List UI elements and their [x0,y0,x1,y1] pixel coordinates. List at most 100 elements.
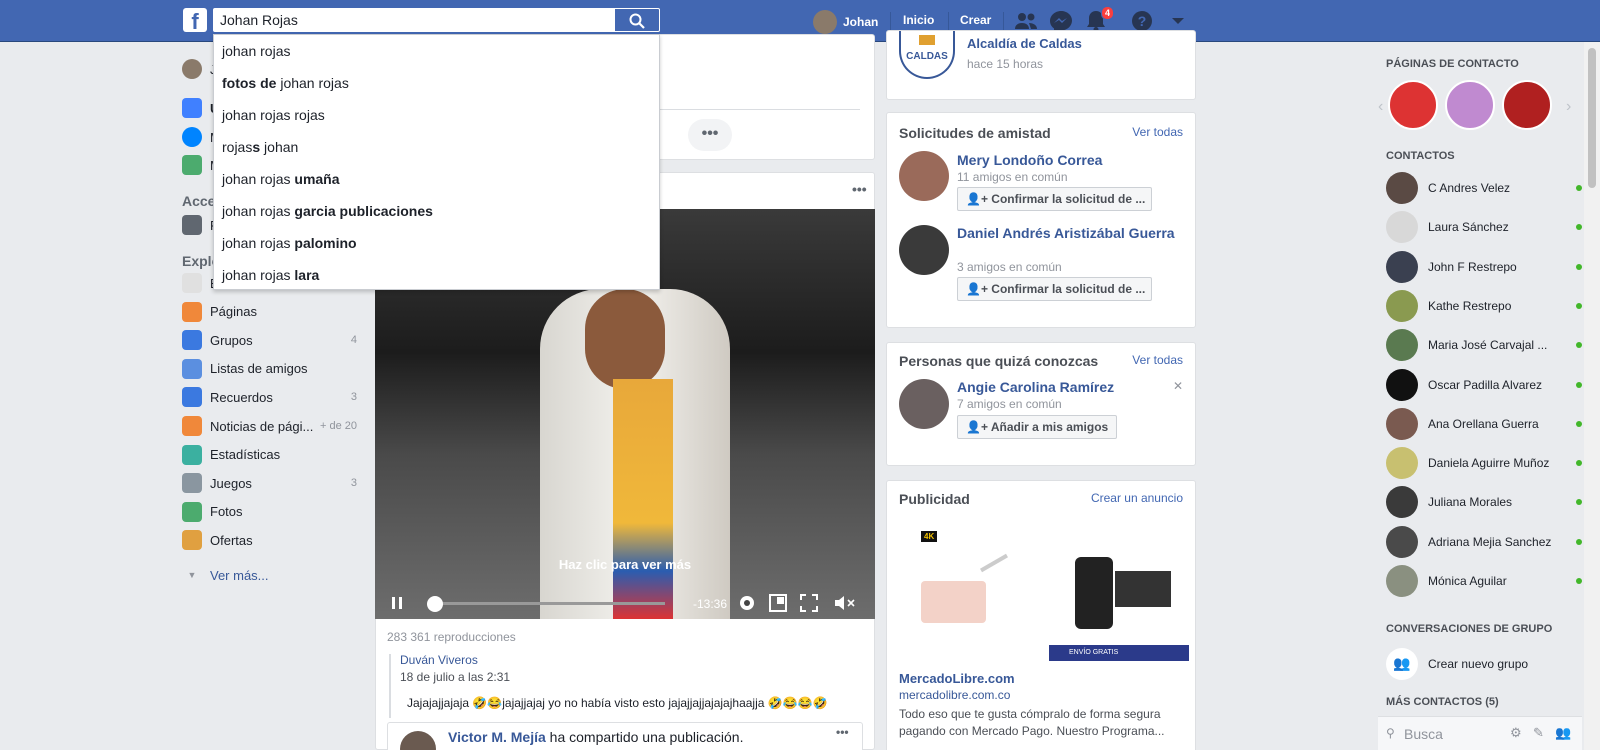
online-status-dot [1576,538,1582,545]
sidebar-item-ofertas[interactable]: Ofertas [182,528,357,552]
search-suggestion-item[interactable]: johan rojas [214,35,659,67]
stats-icon [182,444,202,465]
search-suggestion-item[interactable]: fotos de johan rojas [214,67,659,99]
contact-item[interactable]: Maria José Carvajal ... [1386,329,1582,362]
settings-gear-icon[interactable] [737,593,757,613]
mute-icon[interactable] [833,593,857,613]
search-suggestion-item[interactable]: johan rojas lara [214,259,659,291]
search-suggestion-item[interactable]: rojass johan [214,131,659,163]
sidebar-item-juegos[interactable]: Juegos 3 [182,471,357,495]
avatar [1386,289,1418,322]
messenger-icon[interactable] [1049,10,1073,32]
search-button[interactable] [615,8,660,32]
page-post-time[interactable]: hace 15 horas [967,57,1043,71]
chevron-right-icon[interactable]: › [1566,98,1571,116]
search-suggestion-item[interactable]: johan rojas rojas [214,99,659,131]
search-suggestion-item[interactable]: johan rojas umaña [214,163,659,195]
avatar [400,731,436,750]
pip-icon[interactable] [769,594,787,612]
confirm-request-button[interactable]: 👤+ Confirmar la solicitud de ... [957,187,1152,211]
more-options-icon[interactable]: ••• [688,119,732,151]
request-name-link[interactable]: Mery Londoño Correa [957,152,1102,168]
contact-item[interactable]: C Andres Velez [1386,172,1582,204]
avatar[interactable] [899,225,949,275]
sidebar-item-noticias-de-pági-[interactable]: Noticias de pági... + de 20 [182,414,357,438]
create-link[interactable]: Crear [960,13,991,27]
video-time: -13:36 [693,597,728,611]
mutual-friends[interactable]: 7 amigos en común [957,397,1062,411]
post-menu-icon[interactable]: ••• [852,181,867,197]
usb-hub-product [921,581,986,623]
contact-item[interactable]: Juliana Morales [1386,486,1582,519]
account-menu-chevron-down-icon[interactable] [1166,10,1190,32]
chat-search-input[interactable]: Busca [1404,726,1443,742]
contact-page-3[interactable] [1502,80,1552,130]
see-all-requests-link[interactable]: Ver todas [1132,125,1183,139]
pause-icon[interactable] [391,596,403,610]
share-author-link[interactable]: Victor M. Mejía [448,729,546,745]
facebook-logo-icon[interactable]: f [183,8,207,32]
offers-icon [182,530,202,551]
sidebar-item-fotos[interactable]: Fotos [182,500,357,524]
settings-gear-icon[interactable]: ⚙ [1510,725,1522,741]
caldas-logo[interactable]: CALDAS [899,31,955,79]
search-input[interactable]: Johan Rojas [213,8,615,32]
ad-url-link[interactable]: mercadolibre.com.co [899,688,1010,702]
new-group-icon[interactable]: 👥 [1555,725,1571,741]
search-suggestion-item[interactable]: johan rojas palomino [214,227,659,259]
create-ad-link[interactable]: Crear un anuncio [1091,491,1183,505]
comment-date[interactable]: 18 de julio a las 2:31 [400,670,510,684]
see-all-pymk-link[interactable]: Ver todas [1132,353,1183,367]
sidebar-item-count: 4 [350,334,357,347]
new-message-icon[interactable]: ✎ [1533,725,1544,741]
contact-page-2[interactable] [1445,80,1495,130]
chat-search-bar: ⚲ Busca ⚙ ✎ 👥 [1378,716,1582,750]
dismiss-close-icon[interactable]: ✕ [1173,379,1183,393]
contact-item[interactable]: Laura Sánchez [1386,211,1582,244]
friend-requests-icon[interactable] [1014,10,1038,32]
chevron-left-icon[interactable]: ‹ [1378,98,1383,116]
add-friend-button[interactable]: 👤+ Añadir a mis amigos [957,415,1118,439]
ad-image[interactable]: 4K ENVÍO GRATIS [899,521,1189,661]
sidebar-item-páginas[interactable]: Páginas [182,300,357,324]
contact-item[interactable]: Kathe Restrepo [1386,289,1582,322]
contact-page-biblioteca[interactable] [1388,80,1438,130]
contact-item[interactable]: John F Restrepo [1386,250,1582,283]
contact-item[interactable]: Mónica Aguilar [1386,565,1582,597]
gamepad-icon [182,473,202,494]
sidebar-item-grupos[interactable]: Grupos 4 [182,328,357,352]
request-name-link[interactable]: Daniel Andrés Aristizábal Guerra [957,225,1182,242]
home-link[interactable]: Inicio [903,13,934,27]
search-suggestion-item[interactable]: johan rojas garcia publicaciones [214,195,659,227]
video-hint[interactable]: Haz clic para ver más [375,557,875,572]
chevron-down-icon: ▼ [187,570,197,580]
avatar[interactable] [899,151,949,201]
pymk-name-link[interactable]: Angie Carolina Ramírez [957,379,1114,395]
video-scrubber-handle[interactable] [427,596,443,612]
sidebar-item-listas-de-amigos[interactable]: Listas de amigos [182,357,357,381]
search-suggestions: johan rojas fotos de johan rojas johan roj… [213,34,660,290]
create-group-button[interactable]: 👥 Crear nuevo grupo [1386,648,1582,680]
post-menu-icon[interactable]: ••• [836,725,849,739]
contact-item[interactable]: Oscar Padilla Alvarez [1386,368,1582,401]
see-more-link[interactable]: ▼ Ver más... [182,563,357,587]
ad-brand-link[interactable]: MercadoLibre.com [899,671,1015,686]
comment-author-link[interactable]: Duván Viveros [400,653,478,667]
mutual-friends[interactable]: 11 amigos en común [957,170,1068,184]
profile-link[interactable]: Johan [813,10,878,34]
sidebar-item-estadísticas[interactable]: Estadísticas [182,443,357,467]
avatar[interactable] [899,379,949,429]
contact-item[interactable]: Adriana Mejia Sanchez [1386,525,1582,558]
contact-item[interactable]: Daniela Aguirre Muñoz [1386,447,1582,480]
news-feed-icon [182,98,202,118]
help-icon[interactable]: ? [1130,10,1154,32]
fullscreen-icon[interactable] [800,594,818,612]
confirm-request-button[interactable]: 👤+ Confirmar la solicitud de ... [957,277,1152,301]
scrollbar-thumb[interactable] [1588,48,1596,188]
friend-requests-title: Solicitudes de amistad [899,125,1051,141]
contact-item[interactable]: Ana Orellana Guerra [1386,407,1582,440]
page-name-link[interactable]: Alcaldía de Caldas [967,36,1082,51]
sidebar-item-recuerdos[interactable]: Recuerdos 3 [182,385,357,409]
video-progress-bar[interactable] [430,602,665,605]
mutual-friends[interactable]: 3 amigos en común [957,260,1062,274]
